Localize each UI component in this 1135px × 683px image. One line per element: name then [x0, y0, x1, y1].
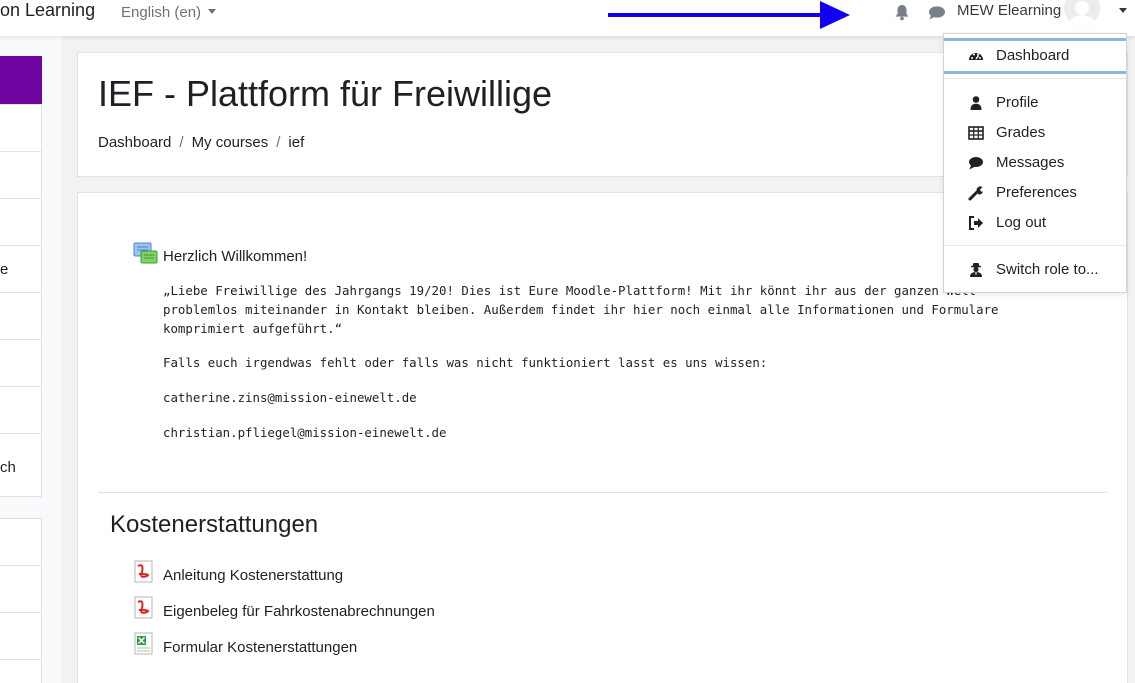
menu-item-dashboard[interactable]: Dashboard: [944, 38, 1126, 74]
pdf-icon: [134, 560, 153, 583]
sidebar-nav-group: e ch: [0, 104, 42, 497]
contact-email: catherine.zins@mission-einewelt.de: [163, 390, 417, 405]
top-navbar: on Learning English (en) MEW Elearning: [0, 0, 1135, 36]
menu-divider: [944, 78, 1126, 79]
pdf-icon: [134, 596, 153, 619]
spreadsheet-icon: [134, 632, 153, 655]
dashboard-icon: [969, 53, 983, 60]
welcome-text-line: komprimiert aufgeführt.“: [163, 321, 343, 336]
language-label: English (en): [121, 4, 202, 21]
user-secret-icon: [970, 263, 982, 277]
sidebar-item[interactable]: [0, 613, 41, 660]
sidebar-item[interactable]: e: [0, 246, 41, 293]
breadcrumb-course[interactable]: ief: [288, 134, 304, 151]
language-menu[interactable]: English (en): [121, 4, 217, 21]
resource-label[interactable]: Anleitung Kostenerstattung: [163, 567, 343, 584]
user-menu-name[interactable]: MEW Elearning: [957, 2, 1061, 19]
menu-item-label: Profile: [996, 94, 1039, 111]
notifications-bell-icon[interactable]: [894, 4, 910, 21]
section-divider: [98, 492, 1107, 493]
welcome-text-line: problemlos miteinander in Kontakt bleibe…: [163, 302, 999, 317]
user-dropdown-menu: Dashboard Profile Grades Messages Prefer…: [943, 33, 1127, 293]
breadcrumb-separator: /: [179, 134, 184, 151]
sidebar-item[interactable]: [0, 519, 41, 566]
site-brand-link[interactable]: on Learning: [0, 0, 95, 21]
menu-item-switch-role[interactable]: Switch role to...: [944, 255, 1126, 285]
menu-item-profile[interactable]: Profile: [944, 88, 1126, 118]
page-title: IEF - Plattform für Freiwillige: [98, 73, 553, 114]
breadcrumb-dashboard[interactable]: Dashboard: [98, 134, 171, 151]
sidebar-item[interactable]: [0, 105, 41, 152]
resource-label[interactable]: Eigenbeleg für Fahrkostenabrechnungen: [163, 603, 435, 620]
menu-item-grades[interactable]: Grades: [944, 118, 1126, 148]
forum-icon: [133, 242, 158, 264]
avatar[interactable]: [1064, 0, 1100, 26]
activity-title[interactable]: Herzlich Willkommen!: [163, 248, 307, 265]
breadcrumb-separator: /: [276, 134, 281, 151]
section-title: Kostenerstattungen: [110, 511, 319, 538]
sidebar-item[interactable]: [0, 340, 41, 387]
menu-item-label: Dashboard: [996, 47, 1070, 64]
sidebar-item[interactable]: ch: [0, 434, 41, 497]
contact-email: christian.pfliegel@mission-einewelt.de: [163, 425, 447, 440]
left-sidebar: e ch: [0, 36, 62, 683]
comment-icon: [969, 157, 983, 170]
welcome-text-line: „Liebe Freiwillige des Jahrgangs 19/20! …: [163, 283, 977, 298]
annotation-arrow: [608, 1, 850, 29]
menu-item-label: Log out: [996, 214, 1047, 231]
menu-item-logout[interactable]: Log out: [944, 208, 1126, 238]
menu-item-label: Switch role to...: [996, 261, 1099, 278]
sidebar-item[interactable]: [0, 387, 41, 434]
table-icon: [968, 126, 984, 140]
welcome-text-line: Falls euch irgendwas fehlt oder falls wa…: [163, 355, 768, 370]
menu-item-label: Grades: [996, 124, 1046, 141]
chevron-down-icon: [208, 8, 217, 14]
sign-out-icon: [969, 216, 983, 230]
menu-item-label: Preferences: [996, 184, 1077, 201]
resource-label[interactable]: Formular Kostenerstattungen: [163, 639, 357, 656]
menu-item-label: Messages: [996, 154, 1065, 171]
messages-comment-icon[interactable]: [928, 5, 946, 21]
breadcrumb: Dashboard / My courses / ief: [98, 134, 304, 151]
sidebar-item[interactable]: [0, 293, 41, 340]
sidebar-nav-group: [0, 518, 42, 683]
sidebar-item[interactable]: [0, 566, 41, 613]
chevron-down-icon[interactable]: [1119, 8, 1127, 13]
sidebar-item[interactable]: [0, 199, 41, 246]
menu-item-messages[interactable]: Messages: [944, 148, 1126, 178]
breadcrumb-my-courses[interactable]: My courses: [192, 134, 269, 151]
sidebar-item-active[interactable]: [0, 56, 42, 104]
menu-divider: [944, 245, 1126, 246]
menu-item-preferences[interactable]: Preferences: [944, 178, 1126, 208]
sidebar-item[interactable]: [0, 152, 41, 199]
wrench-icon: [968, 186, 983, 201]
user-icon: [970, 96, 982, 110]
